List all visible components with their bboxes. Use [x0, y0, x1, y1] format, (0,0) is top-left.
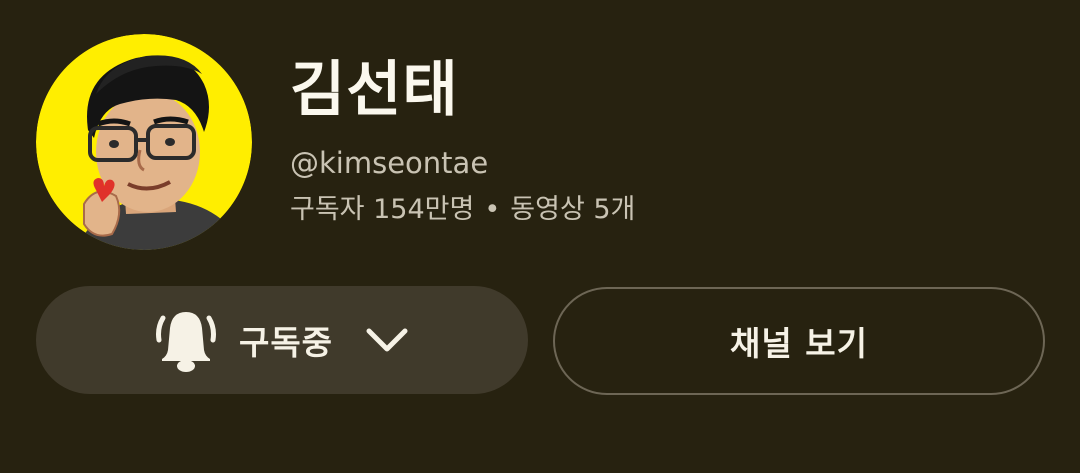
view-channel-button[interactable]: 채널 보기	[553, 287, 1045, 395]
chevron-down-icon	[366, 328, 408, 352]
subscriber-count: 구독자 154만명	[290, 194, 475, 225]
view-channel-label: 채널 보기	[730, 324, 868, 363]
channel-handle: @kimseontae	[290, 146, 489, 180]
subscribed-button[interactable]: 구독중	[36, 286, 528, 394]
channel-avatar[interactable]	[36, 34, 252, 250]
channel-stats: 구독자 154만명 • 동영상 5개	[290, 194, 635, 226]
bell-notification-icon	[155, 312, 216, 372]
video-count: 동영상 5개	[510, 194, 636, 225]
avatar-illustration	[36, 34, 252, 250]
channel-name: 김선태	[290, 55, 459, 125]
stats-separator: •	[484, 194, 501, 225]
subscribed-label: 구독중	[238, 323, 334, 362]
